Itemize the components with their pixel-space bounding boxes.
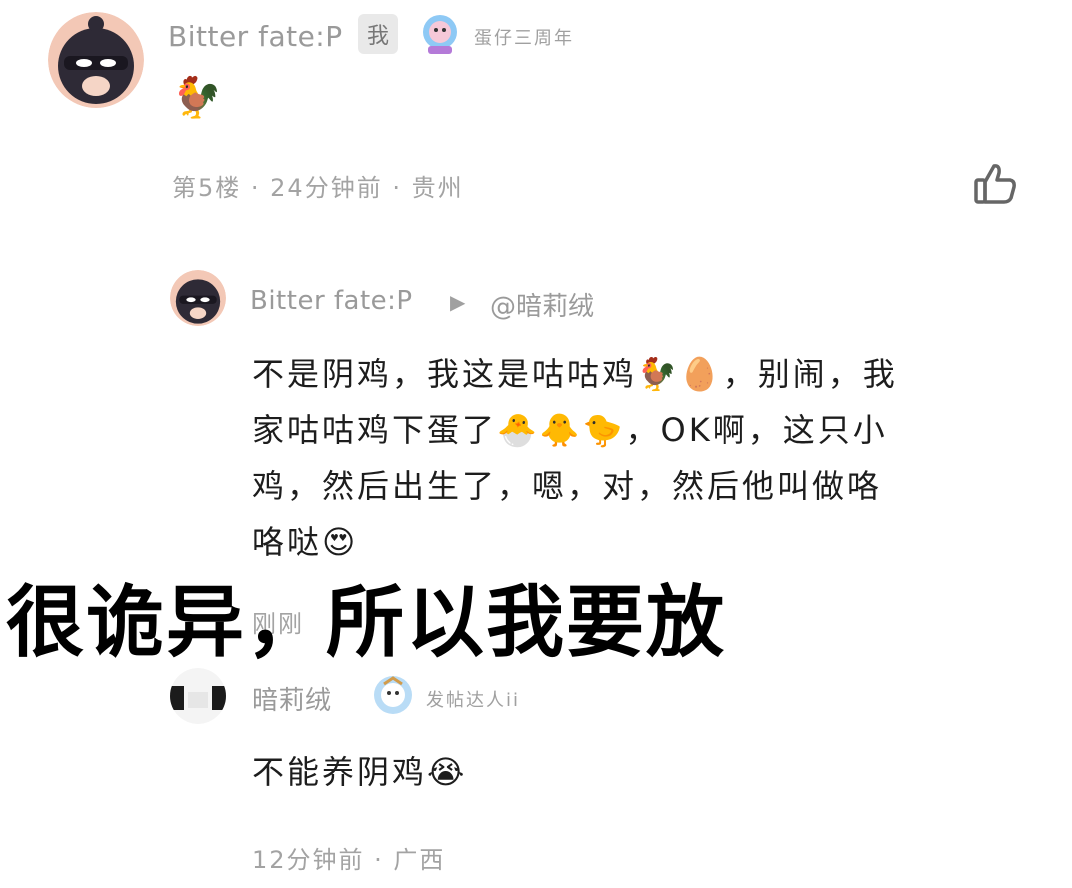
commenter-username[interactable]: Bitter fate:P (168, 20, 343, 53)
self-badge: 我 (358, 14, 399, 54)
commenter-avatar[interactable] (48, 12, 144, 108)
reply2-avatar[interactable] (170, 668, 226, 724)
reply1-avatar[interactable] (170, 270, 226, 326)
reply1-reply-to[interactable]: @暗莉绒 (490, 286, 594, 323)
reply1-line: 家咕咕鸡下蛋了🐣🐥🐤，OK啊，这只小 (252, 411, 888, 449)
comment-meta: 第5楼 · 24分钟前 · 贵州 (172, 174, 464, 202)
reply2-medal-icon (372, 674, 414, 716)
thumbs-up-icon[interactable] (972, 160, 1018, 206)
overlay-caption: 很诡异，所以我要放 (6, 578, 727, 668)
reply1-line: 鸡，然后出生了，嗯，对，然后他叫做咯 (252, 467, 883, 505)
reply1-content: 不是阴鸡，我这是咕咕鸡🐓🥚，别闹，我 家咕咕鸡下蛋了🐣🐥🐤，OK啊，这只小 鸡，… (252, 346, 1032, 570)
reply-arrow-icon: ▶ (450, 290, 466, 314)
reply2-meta: 12分钟前 · 广西 (252, 846, 446, 874)
reply2-username[interactable]: 暗莉绒 (252, 680, 332, 717)
crying-emoji: 😭 (427, 753, 468, 791)
comment-content-emoji: 🐓 (172, 75, 222, 121)
reply2-medal-label: 发帖达人ii (426, 690, 521, 711)
medal-label: 蛋仔三周年 (474, 28, 574, 49)
reply2-text: 不能养阴鸡 (252, 753, 428, 791)
reply1-line: 不是阴鸡，我这是咕咕鸡🐓🥚，别闹，我 (252, 355, 898, 393)
medal-icon (418, 12, 462, 56)
reply1-username[interactable]: Bitter fate:P (250, 286, 413, 316)
reply2-content: 不能养阴鸡😭 (252, 744, 467, 800)
